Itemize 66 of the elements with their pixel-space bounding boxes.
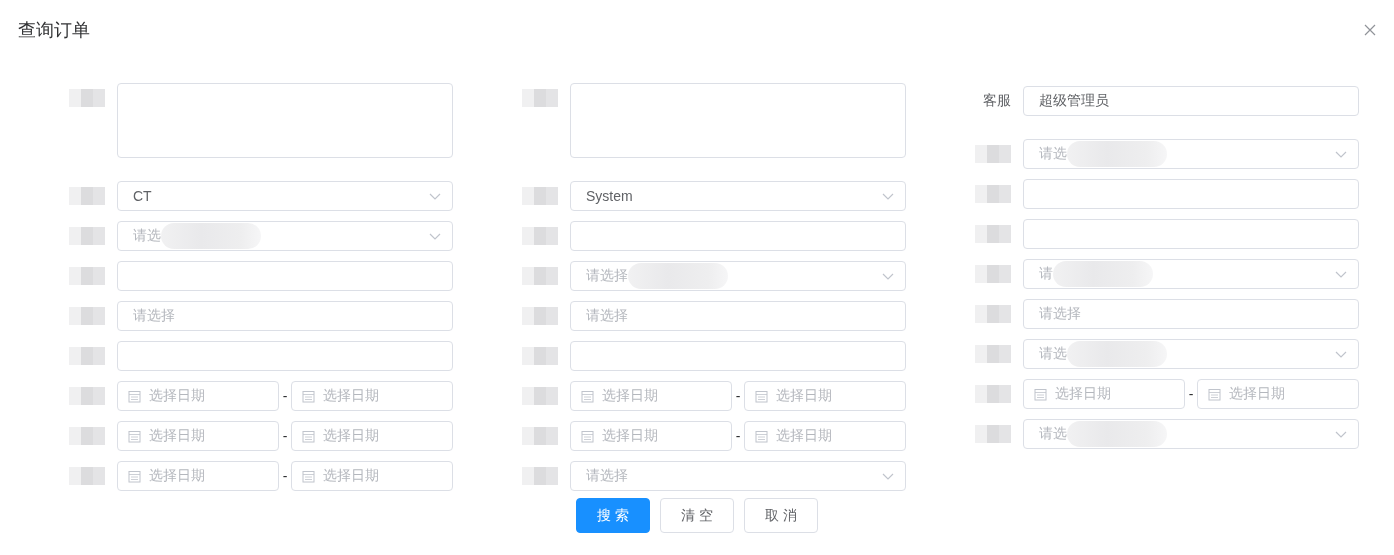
input-field[interactable]: 超级管理员 xyxy=(1023,86,1359,116)
input-field[interactable] xyxy=(1023,179,1359,209)
range-separator: - xyxy=(1187,386,1195,402)
text-area[interactable] xyxy=(117,83,453,158)
range-separator: - xyxy=(734,388,742,404)
caret-icon xyxy=(881,271,895,281)
dialog-button[interactable]: 清空 xyxy=(660,498,734,533)
calendar-icon xyxy=(128,389,141,403)
calendar-icon xyxy=(128,469,141,483)
date-field[interactable]: 选择日期 xyxy=(291,421,453,451)
select-field[interactable]: System xyxy=(570,181,906,211)
caret-icon xyxy=(428,191,442,201)
input-field[interactable]: 请选择 xyxy=(1023,299,1359,329)
caret-icon xyxy=(1334,149,1348,159)
caret-icon xyxy=(428,231,442,241)
date-field[interactable]: 选择日期 xyxy=(117,381,279,411)
calendar-icon xyxy=(302,469,315,483)
range-separator: - xyxy=(734,428,742,444)
calendar-icon xyxy=(302,429,315,443)
date-field[interactable]: 选择日期 xyxy=(291,381,453,411)
select-field[interactable]: 请选择 xyxy=(570,261,906,291)
date-field[interactable]: 选择日期 xyxy=(744,381,906,411)
date-field[interactable]: 选择日期 xyxy=(117,461,279,491)
select-field[interactable]: 请选 xyxy=(1023,419,1359,449)
input-field[interactable] xyxy=(570,341,906,371)
input-field[interactable] xyxy=(117,341,453,371)
select-field[interactable]: CT xyxy=(117,181,453,211)
date-field[interactable]: 选择日期 xyxy=(117,421,279,451)
calendar-icon xyxy=(128,429,141,443)
input-field[interactable] xyxy=(117,261,453,291)
date-field[interactable]: 选择日期 xyxy=(1023,379,1185,409)
caret-icon xyxy=(1334,269,1348,279)
calendar-icon xyxy=(755,429,768,443)
input-field[interactable] xyxy=(570,221,906,251)
range-separator: - xyxy=(281,428,289,444)
calendar-icon xyxy=(755,389,768,403)
input-field[interactable]: 请选择 xyxy=(570,301,906,331)
select-field[interactable]: 请选 xyxy=(1023,339,1359,369)
input-field[interactable] xyxy=(1023,219,1359,249)
calendar-icon xyxy=(581,429,594,443)
date-field[interactable]: 选择日期 xyxy=(570,381,732,411)
date-field[interactable]: 选择日期 xyxy=(570,421,732,451)
calendar-icon xyxy=(302,389,315,403)
close-icon[interactable] xyxy=(1364,24,1376,36)
input-field[interactable]: 请选择 xyxy=(117,301,453,331)
select-field[interactable]: 请选 xyxy=(117,221,453,251)
date-field[interactable]: 选择日期 xyxy=(1197,379,1359,409)
caret-icon xyxy=(1334,349,1348,359)
caret-icon xyxy=(881,471,895,481)
range-separator: - xyxy=(281,468,289,484)
field-label: 客服 xyxy=(983,92,1011,110)
select-field[interactable]: 请选 xyxy=(1023,139,1359,169)
range-separator: - xyxy=(281,388,289,404)
text-area[interactable] xyxy=(570,83,906,158)
select-field[interactable]: 请选择 xyxy=(570,461,906,491)
primary-button[interactable]: 搜索 xyxy=(576,498,650,533)
dialog-button[interactable]: 取消 xyxy=(744,498,818,533)
dialog-title: 查询订单 xyxy=(18,19,90,42)
select-field[interactable]: 请 xyxy=(1023,259,1359,289)
date-field[interactable]: 选择日期 xyxy=(744,421,906,451)
caret-icon xyxy=(1334,429,1348,439)
date-field[interactable]: 选择日期 xyxy=(291,461,453,491)
calendar-icon xyxy=(1034,387,1047,401)
caret-icon xyxy=(881,191,895,201)
calendar-icon xyxy=(581,389,594,403)
calendar-icon xyxy=(1208,387,1221,401)
